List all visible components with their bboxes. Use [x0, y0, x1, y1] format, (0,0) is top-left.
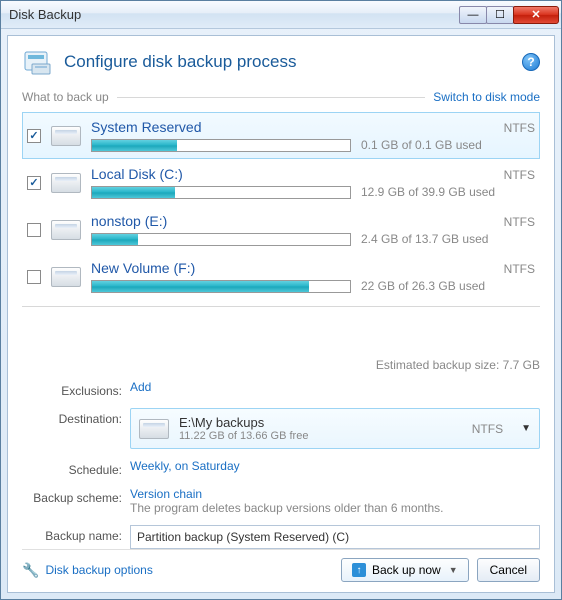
divider: [117, 97, 426, 98]
window-controls: — ☐ ✕: [460, 6, 559, 24]
volume-checkbox[interactable]: [27, 270, 41, 284]
scheme-description: The program deletes backup versions olde…: [130, 501, 540, 515]
schedule-label: Schedule:: [22, 459, 122, 477]
disk-backup-window: Disk Backup — ☐ ✕ Configure disk backup …: [0, 0, 562, 600]
titlebar[interactable]: Disk Backup — ☐ ✕: [1, 1, 561, 29]
schedule-link[interactable]: Weekly, on Saturday: [130, 459, 240, 473]
usage-bar: [91, 139, 351, 152]
volume-checkbox[interactable]: [27, 176, 41, 190]
volume-name: Local Disk (C:): [91, 166, 183, 182]
window-title: Disk Backup: [9, 7, 460, 22]
maximize-button[interactable]: ☐: [486, 6, 514, 24]
volume-list: System Reserved NTFS 0.1 GB of 0.1 GB used…: [22, 112, 540, 300]
scheme-label: Backup scheme:: [22, 487, 122, 505]
volume-usage: 22 GB of 26.3 GB used: [361, 279, 485, 293]
volume-fs: NTFS: [504, 121, 535, 135]
backup-name-input[interactable]: [130, 525, 540, 549]
usage-bar: [91, 233, 351, 246]
help-icon[interactable]: ?: [522, 53, 540, 71]
volume-row[interactable]: nonstop (E:) NTFS 2.4 GB of 13.7 GB used: [22, 206, 540, 253]
destination-fs: NTFS: [472, 422, 503, 436]
destination-path: E:\My backups: [179, 415, 462, 430]
cancel-button[interactable]: Cancel: [477, 558, 540, 582]
exclusions-label: Exclusions:: [22, 380, 122, 398]
chevron-down-icon: ▼: [521, 423, 531, 434]
volume-usage: 2.4 GB of 13.7 GB used: [361, 232, 488, 246]
divider: [22, 306, 540, 348]
scheme-link[interactable]: Version chain: [130, 487, 202, 501]
destination-label: Destination:: [22, 408, 122, 426]
drive-icon: [51, 220, 81, 240]
minimize-button[interactable]: —: [459, 6, 487, 24]
drive-icon: [51, 267, 81, 287]
disk-backup-options-link[interactable]: Disk backup options: [45, 563, 152, 577]
volume-row[interactable]: System Reserved NTFS 0.1 GB of 0.1 GB used: [22, 112, 540, 159]
what-to-backup-label: What to back up: [22, 90, 109, 104]
drive-icon: [51, 126, 81, 146]
volume-name: nonstop (E:): [91, 213, 167, 229]
wrench-icon: 🔧: [22, 562, 39, 579]
disk-backup-icon: [22, 46, 54, 78]
drive-icon: [51, 173, 81, 193]
volume-fs: NTFS: [504, 215, 535, 229]
volume-row[interactable]: New Volume (F:) NTFS 22 GB of 26.3 GB used: [22, 253, 540, 300]
destination-free: 11.22 GB of 13.66 GB free: [179, 430, 462, 442]
usage-bar: [91, 280, 351, 293]
volume-checkbox[interactable]: [27, 129, 41, 143]
volume-fs: NTFS: [504, 168, 535, 182]
chevron-down-icon: ▼: [449, 565, 458, 575]
close-button[interactable]: ✕: [513, 6, 559, 24]
destination-selector[interactable]: E:\My backups 11.22 GB of 13.66 GB free …: [130, 408, 540, 449]
switch-to-disk-mode-link[interactable]: Switch to disk mode: [433, 90, 540, 104]
volume-name: New Volume (F:): [91, 260, 195, 276]
back-up-now-button[interactable]: ↑ Back up now ▼: [341, 558, 469, 582]
volume-fs: NTFS: [504, 262, 535, 276]
usage-bar: [91, 186, 351, 199]
volume-row[interactable]: Local Disk (C:) NTFS 12.9 GB of 39.9 GB us…: [22, 159, 540, 206]
volume-usage: 12.9 GB of 39.9 GB used: [361, 185, 495, 199]
backup-name-label: Backup name:: [22, 525, 122, 543]
volume-name: System Reserved: [91, 119, 201, 135]
volume-usage: 0.1 GB of 0.1 GB used: [361, 138, 482, 152]
content-panel: Configure disk backup process ? What to …: [7, 35, 555, 593]
drive-icon: [139, 419, 169, 439]
volume-checkbox[interactable]: [27, 223, 41, 237]
exclusions-add-link[interactable]: Add: [130, 380, 151, 394]
upload-icon: ↑: [352, 563, 366, 577]
page-title: Configure disk backup process: [64, 52, 512, 72]
estimated-size: Estimated backup size: 7.7 GB: [22, 358, 540, 372]
